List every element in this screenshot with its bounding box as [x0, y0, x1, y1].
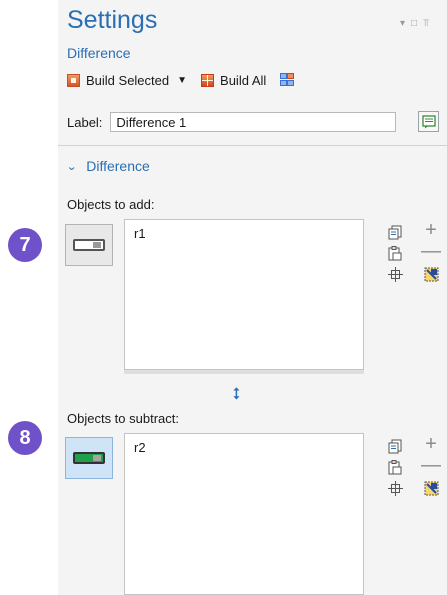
- step-badge: 8: [8, 421, 42, 455]
- add-icon[interactable]: +: [423, 433, 439, 455]
- objects-to-subtract-list[interactable]: r2: [124, 433, 364, 595]
- label-input[interactable]: [110, 112, 397, 132]
- label-options-button[interactable]: [418, 111, 439, 132]
- divider: [58, 145, 447, 146]
- objects-to-add-label: Objects to add:: [67, 197, 155, 212]
- build-multiple-button[interactable]: [280, 73, 295, 87]
- zoom-to-selection-icon[interactable]: [387, 266, 403, 282]
- remove-icon[interactable]: —: [421, 454, 441, 476]
- zoom-to-selection-icon[interactable]: [387, 480, 403, 496]
- window-controls: ▾ □ ⫪: [400, 18, 429, 29]
- paste-icon[interactable]: [387, 245, 403, 261]
- activate-selection-button[interactable]: [65, 224, 113, 266]
- chevron-down-icon[interactable]: ▾: [400, 18, 405, 29]
- left-margin: [0, 0, 58, 595]
- add-icon[interactable]: +: [423, 219, 439, 241]
- pin-icon[interactable]: ⫪: [423, 18, 429, 29]
- clear-selection-icon[interactable]: [423, 480, 439, 496]
- list-item[interactable]: r2: [134, 440, 146, 455]
- step-badge: 7: [8, 228, 42, 262]
- build-selected-icon: [67, 73, 80, 87]
- chevron-down-icon: ⌄: [66, 160, 78, 173]
- label-caption: Label:: [67, 114, 103, 130]
- selection-toggle-icon: [73, 239, 105, 251]
- restore-icon[interactable]: □: [411, 18, 417, 29]
- page-title: Settings: [67, 6, 158, 34]
- clear-selection-icon[interactable]: [423, 266, 439, 282]
- page-subtitle: Difference: [67, 45, 131, 61]
- chevron-down-icon[interactable]: ▼: [177, 75, 187, 86]
- list-item[interactable]: r1: [134, 226, 146, 241]
- build-all-button[interactable]: Build All: [201, 73, 266, 88]
- copy-icon[interactable]: [387, 224, 403, 240]
- remove-icon[interactable]: —: [421, 240, 441, 262]
- section-title: Difference: [86, 158, 150, 174]
- build-multiple-icon: [280, 73, 295, 87]
- comment-icon: [421, 114, 436, 128]
- section-header-difference[interactable]: ⌄ Difference: [66, 158, 150, 174]
- copy-icon[interactable]: [387, 438, 403, 454]
- build-all-icon: [201, 73, 215, 87]
- build-all-label: Build All: [220, 72, 267, 88]
- label-row: Label:: [67, 112, 397, 132]
- scrollbar[interactable]: [124, 370, 364, 374]
- swap-objects-icon[interactable]: ⭥: [232, 386, 241, 404]
- toolbar: Build Selected ▼ Build All: [67, 70, 309, 90]
- selection-toggle-icon: [73, 452, 105, 464]
- build-selected-label: Build Selected: [86, 72, 170, 88]
- activate-selection-button[interactable]: [65, 437, 113, 479]
- build-selected-button[interactable]: Build Selected ▼: [67, 73, 187, 88]
- paste-icon[interactable]: [387, 459, 403, 475]
- objects-to-add-list[interactable]: r1: [124, 219, 364, 370]
- objects-to-subtract-label: Objects to subtract:: [67, 411, 179, 426]
